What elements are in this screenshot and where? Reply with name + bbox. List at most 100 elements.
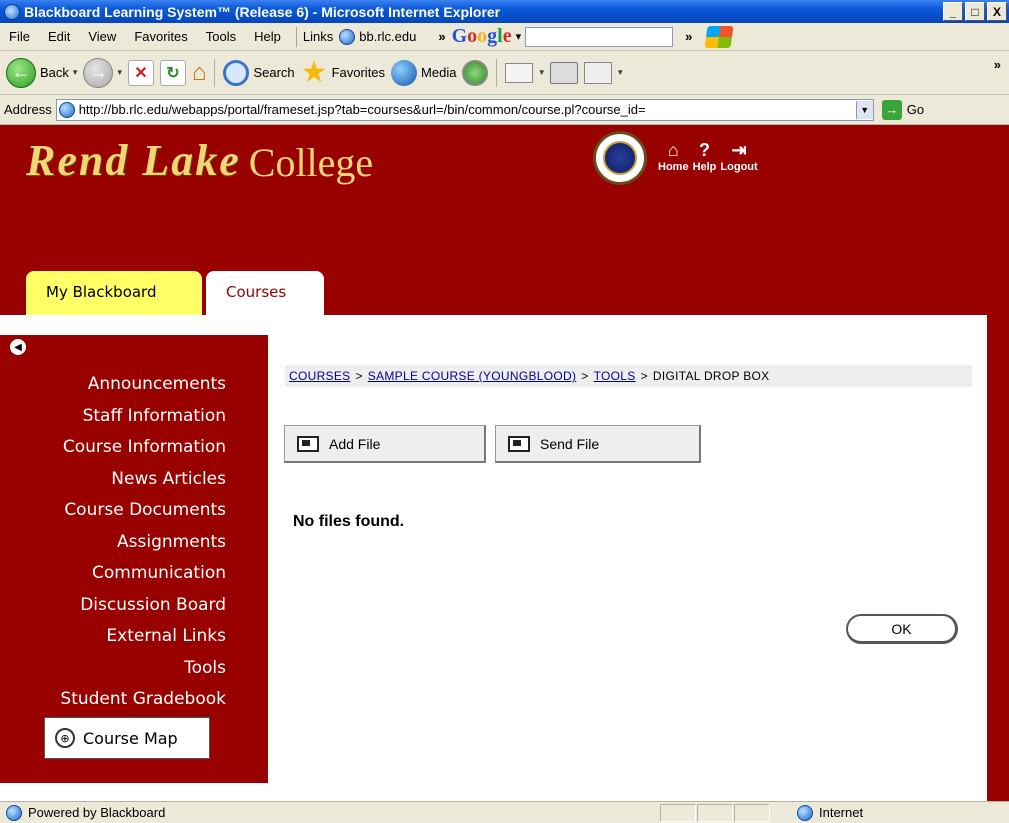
header-help-link[interactable]: ? Help [693, 139, 717, 173]
forward-dropdown-icon[interactable]: ▾ [117, 67, 122, 78]
google-logo[interactable]: Google [452, 25, 512, 48]
menu-help[interactable]: Help [245, 29, 290, 44]
logo-script-text: Rend Lake [26, 136, 241, 185]
breadcrumb-separator: > [640, 369, 648, 383]
ie-icon [4, 3, 20, 20]
header-home-link[interactable]: ⌂ Home [658, 139, 689, 173]
sidebar-item-tools[interactable]: Tools [60, 653, 226, 685]
tab-courses[interactable]: Courses [206, 271, 324, 317]
college-logo[interactable]: Rend Lake College [26, 135, 373, 186]
window-title-bar: Blackboard Learning System™ (Release 6) … [0, 0, 1009, 23]
content-right-border [987, 336, 1009, 801]
favorites-label: Favorites [331, 65, 386, 80]
links-more-chevron[interactable]: » [438, 29, 445, 44]
sidebar-item-staff-information[interactable]: Staff Information [60, 401, 226, 433]
address-label: Address [4, 102, 52, 117]
page-content: Rend Lake College ⌂ Home ? Help ⇥ Logout… [0, 125, 1009, 801]
menu-tools[interactable]: Tools [197, 29, 245, 44]
star-icon: ★ [300, 55, 328, 89]
home-icon: ⌂ [667, 140, 679, 160]
menu-edit[interactable]: Edit [39, 29, 79, 44]
back-dropdown-icon[interactable]: ▾ [73, 67, 78, 78]
maximize-button[interactable]: □ [965, 2, 985, 21]
toolbar-separator [214, 58, 216, 87]
refresh-icon[interactable]: ↻ [159, 59, 186, 86]
favorites-button[interactable]: ★ Favorites [300, 55, 386, 89]
send-file-button[interactable]: Send File [495, 425, 701, 463]
breadcrumb-courses[interactable]: COURSES [289, 369, 350, 383]
forward-button[interactable]: → ▾ [83, 57, 122, 88]
edit-icon[interactable] [584, 61, 612, 84]
menu-file[interactable]: File [0, 29, 39, 44]
history-icon[interactable] [462, 59, 489, 86]
header-logout-link[interactable]: ⇥ Logout [720, 139, 757, 173]
status-panel [734, 803, 770, 822]
status-text-area: Powered by Blackboard [0, 804, 660, 821]
media-button[interactable]: Media [391, 59, 456, 86]
breadcrumb-sample-course[interactable]: SAMPLE COURSE (YOUNGBLOOD) [368, 369, 577, 383]
status-panel [660, 803, 696, 822]
back-button[interactable]: ← Back ▾ [6, 57, 78, 88]
page-status-icon [6, 804, 22, 821]
google-more-chevron[interactable]: » [685, 29, 692, 44]
send-file-icon [508, 435, 530, 452]
search-icon [223, 59, 250, 86]
header-logout-label: Logout [720, 161, 758, 173]
go-button[interactable]: → Go [881, 99, 925, 120]
course-menu-list: Announcements Staff Information Course I… [60, 369, 226, 716]
edit-dropdown-icon[interactable]: ▾ [618, 67, 623, 78]
sidebar-item-announcements[interactable]: Announcements [60, 369, 226, 401]
sidebar-item-external-links[interactable]: External Links [60, 621, 226, 653]
logout-icon: ⇥ [731, 140, 747, 160]
tab-my-blackboard[interactable]: My Blackboard [26, 271, 202, 317]
logo-college-text: College [248, 140, 374, 185]
sidebar-item-student-gradebook[interactable]: Student Gradebook [60, 684, 226, 716]
address-url[interactable]: http://bb.rlc.edu/webapps/portal/framese… [79, 102, 856, 117]
status-text: Powered by Blackboard [28, 805, 166, 820]
collapse-menu-icon[interactable]: ◀ [10, 339, 26, 355]
sidebar-item-course-information[interactable]: Course Information [60, 432, 226, 464]
empty-message: No files found. [293, 513, 405, 530]
header-home-label: Home [658, 161, 689, 173]
standard-toolbar: ← Back ▾ → ▾ ✕ ↻ ⌂ Search ★ Favorites Me… [0, 51, 1009, 95]
menu-separator [295, 26, 297, 47]
sidebar-item-communication[interactable]: Communication [60, 558, 226, 590]
sidebar-item-news-articles[interactable]: News Articles [60, 464, 226, 496]
breadcrumb-separator: > [581, 369, 589, 383]
close-button[interactable]: X [987, 2, 1007, 21]
address-input[interactable]: http://bb.rlc.edu/webapps/portal/framese… [55, 98, 874, 121]
sidebar-item-discussion-board[interactable]: Discussion Board [60, 590, 226, 622]
home-icon[interactable]: ⌂ [192, 59, 207, 87]
add-file-button[interactable]: Add File [284, 425, 486, 463]
link-bb-rlc-label: bb.rlc.edu [359, 29, 417, 44]
college-seal-icon [593, 131, 647, 185]
ok-button[interactable]: OK [846, 614, 958, 644]
minimize-button[interactable]: _ [943, 2, 963, 21]
sidebar-item-assignments[interactable]: Assignments [60, 527, 226, 559]
stop-icon[interactable]: ✕ [127, 59, 154, 86]
search-button[interactable]: Search [223, 59, 295, 86]
menu-favorites[interactable]: Favorites [125, 29, 196, 44]
menu-bar: File Edit View Favorites Tools Help Link… [0, 23, 1009, 51]
breadcrumb-tools[interactable]: TOOLS [594, 369, 636, 383]
zone-label: Internet [819, 805, 864, 820]
address-dropdown-icon[interactable]: ▼ [855, 100, 873, 119]
window-title: Blackboard Learning System™ (Release 6) … [24, 3, 501, 20]
google-search-input[interactable] [525, 26, 674, 47]
forward-arrow-icon: → [83, 57, 114, 88]
sidebar-item-course-documents[interactable]: Course Documents [60, 495, 226, 527]
security-zone: Internet [777, 804, 864, 821]
course-map-icon: ⊕ [55, 728, 75, 748]
course-map-button[interactable]: ⊕ Course Map [44, 717, 210, 759]
google-dropdown-icon[interactable]: ▾ [516, 30, 522, 43]
mail-dropdown-icon[interactable]: ▾ [539, 67, 544, 78]
header-help-label: Help [692, 161, 717, 173]
toolbar-more-chevron[interactable]: » [994, 57, 1001, 72]
link-bb-rlc[interactable]: bb.rlc.edu [339, 28, 417, 45]
mail-icon[interactable] [505, 62, 534, 83]
windows-logo-icon [704, 25, 734, 48]
menu-view[interactable]: View [79, 29, 125, 44]
search-label: Search [253, 65, 295, 80]
print-icon[interactable] [550, 61, 578, 84]
go-label: Go [906, 102, 925, 117]
